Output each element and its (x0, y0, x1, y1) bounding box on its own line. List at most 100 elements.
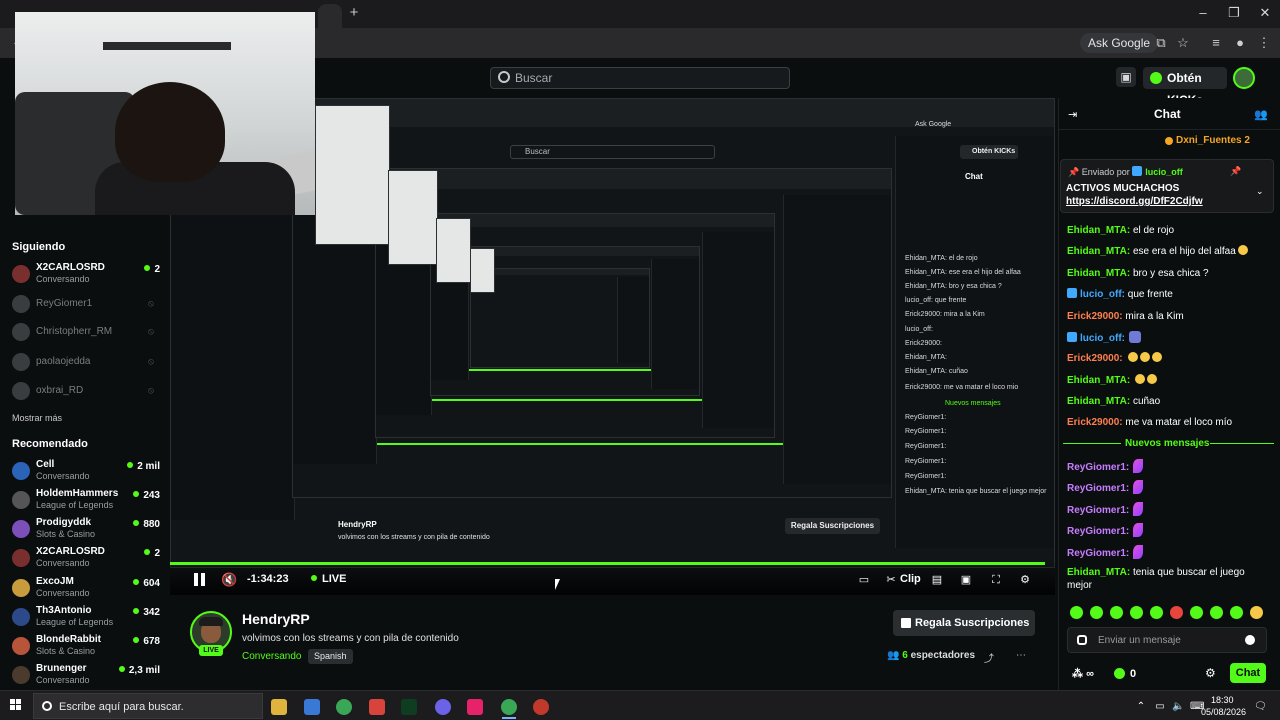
emote-icon[interactable] (1090, 606, 1103, 619)
sidebar-item-recommended[interactable]: Prodigyddk Slots & Casino 880 (12, 517, 162, 543)
windows-start-icon[interactable] (10, 699, 22, 711)
emote-icon[interactable] (1110, 606, 1123, 619)
chat-message: Erick29000: mira a la Kim (1067, 311, 1184, 322)
fullscreen-icon[interactable]: ⛶ (989, 573, 1003, 587)
emote-icon[interactable] (1190, 606, 1203, 619)
show-more-link[interactable]: Mostrar más (12, 413, 62, 423)
minimize-icon[interactable]: – (1196, 6, 1210, 20)
sidebar-item-recommended[interactable]: HoldemHammers League of Legends 243 (12, 488, 162, 514)
emote-icon[interactable] (1250, 606, 1263, 619)
feather-emote-icon (1133, 545, 1144, 559)
sidebar-item-recommended[interactable]: X2CARLOSRD Conversando 2 (12, 546, 162, 572)
start-tile (10, 705, 15, 710)
nested-progress (431, 399, 703, 402)
nested-chat-message: ReyGiomer1: (905, 443, 947, 450)
tray-chevron-icon[interactable]: ⌃ (1135, 701, 1147, 713)
stream-category[interactable]: Conversando (242, 651, 301, 662)
emote-icon[interactable] (1170, 606, 1183, 619)
network-icon[interactable]: ▭ (1154, 701, 1166, 713)
collapse-chat-icon[interactable]: ⇥ (1068, 108, 1080, 121)
mute-icon[interactable]: 🔇 (221, 572, 237, 588)
channel-name: paolaojedda (36, 356, 91, 367)
settings-icon[interactable]: ⚙ (1018, 573, 1032, 587)
sidebar-item-following[interactable]: ReyGiomer1 ⦸ (12, 292, 162, 318)
layout-icon[interactable]: ▣ (1116, 67, 1136, 87)
clock-date[interactable]: 05/08/2026 (1201, 707, 1246, 717)
emoji-picker-icon[interactable] (1245, 635, 1255, 645)
sidebar-item-recommended[interactable]: Brunenger Conversando 2,3 mil (12, 663, 162, 689)
avatar (12, 382, 30, 400)
tab-search-icon[interactable]: ≡ (1208, 35, 1224, 51)
nested-webcam (436, 218, 471, 283)
maximize-icon[interactable]: ❐ (1227, 6, 1241, 20)
emote-icon[interactable] (1150, 606, 1163, 619)
emote-icon[interactable] (1070, 606, 1083, 619)
close-icon[interactable]: ✕ (1258, 6, 1272, 20)
pause-button[interactable] (193, 573, 207, 587)
notifications-icon[interactable]: 🗨 (1254, 701, 1267, 713)
volume-icon[interactable]: 🔈 (1172, 701, 1184, 713)
kicks-count[interactable]: 0 (1130, 668, 1136, 680)
chat-settings-icon[interactable]: ⚙ (1205, 667, 1218, 680)
ask-google-button[interactable]: Ask Google (1080, 33, 1159, 53)
profile-icon[interactable]: ● (1232, 35, 1248, 51)
pinned-link[interactable]: https://discord.gg/DfF2Cdjfw (1066, 196, 1203, 207)
unpin-icon[interactable]: 📌 (1230, 166, 1241, 176)
clip-button[interactable]: Clip (900, 573, 921, 585)
start-tile (16, 699, 21, 704)
nested-chat-message: lucio_off: que frente (905, 297, 967, 304)
emote-icon[interactable] (1230, 606, 1243, 619)
progress-bar[interactable] (170, 562, 1045, 565)
channel-category: Conversando (36, 558, 90, 568)
language-tag[interactable]: Spanish (308, 649, 353, 664)
sidebar-item-following[interactable]: Christopherr_RM ⦸ (12, 320, 162, 346)
chrome-icon[interactable] (501, 699, 517, 715)
chat-users-icon[interactable]: 👥 (1254, 108, 1268, 121)
sidebar-item-recommended[interactable]: Cell Conversando 2 mil (12, 459, 162, 485)
chat-message: lucio_off: que frente (1067, 288, 1272, 301)
bookmark-star-icon[interactable]: ☆ (1175, 35, 1191, 51)
clock-time[interactable]: 18:30 (1211, 695, 1234, 705)
emote-icon[interactable] (1130, 606, 1143, 619)
chrome-icon[interactable] (336, 699, 352, 715)
user-avatar[interactable] (1233, 67, 1255, 89)
channel-points[interactable]: ⁂ ∞ (1072, 667, 1094, 680)
new-tab-button[interactable]: + (346, 5, 362, 21)
theater-mode-icon[interactable]: ▭ (857, 573, 871, 587)
nvidia-app-icon[interactable] (401, 699, 417, 715)
chevron-down-icon[interactable]: ⌄ (1256, 186, 1266, 196)
sidebar-item-recommended[interactable]: Th3Antonio League of Legends 342 (12, 605, 162, 631)
emote-icon (1129, 331, 1141, 343)
clip-icon[interactable]: ✂ (884, 573, 898, 587)
translate-icon[interactable]: ⧉ (1153, 35, 1169, 51)
sidebar-item-recommended[interactable]: ExcoJM Conversando 604 (12, 576, 162, 602)
gift-subs-button[interactable]: Regala Suscripciones (893, 610, 1035, 636)
browser-tab[interactable] (318, 4, 342, 28)
obs-icon[interactable] (533, 699, 549, 715)
search-icon (42, 701, 52, 711)
discord-icon[interactable] (435, 699, 451, 715)
file-explorer-icon[interactable] (271, 699, 287, 715)
new-messages-label[interactable]: Nuevos mensajes (1125, 438, 1210, 449)
miniplayer-icon[interactable]: ▣ (959, 573, 973, 587)
tiktok-icon[interactable] (467, 699, 483, 715)
emote-icon[interactable] (1210, 606, 1223, 619)
live-indicator[interactable]: LIVE (311, 573, 346, 585)
sidebar-item-recommended[interactable]: BlondeRabbit Slots & Casino 678 (12, 634, 162, 660)
sidebar-item-following[interactable]: X2CARLOSRD Conversando 2 (12, 262, 162, 288)
avatar (12, 608, 30, 626)
sidebar-item-following[interactable]: paolaojedda ⦸ (12, 350, 162, 376)
streamer-name[interactable]: HendryRP (242, 611, 310, 627)
chat-divider (1058, 129, 1280, 130)
top-gifter[interactable]: Dxni_Fuentes 2 (1176, 135, 1250, 146)
share-icon[interactable]: ⤴ (984, 650, 996, 665)
viewers-icon: 👥 (887, 650, 903, 661)
sidebar-item-following[interactable]: oxbrai_RD ⦸ (12, 379, 162, 405)
more-options-icon[interactable]: ⋯ (1016, 650, 1028, 662)
send-chat-button[interactable]: Chat (1230, 663, 1266, 683)
store-icon[interactable] (304, 699, 320, 715)
nested-progress (376, 442, 784, 445)
captions-icon[interactable]: ▤ (930, 573, 944, 587)
mail-icon[interactable] (369, 699, 385, 715)
browser-menu-icon[interactable]: ⋮ (1256, 35, 1272, 51)
